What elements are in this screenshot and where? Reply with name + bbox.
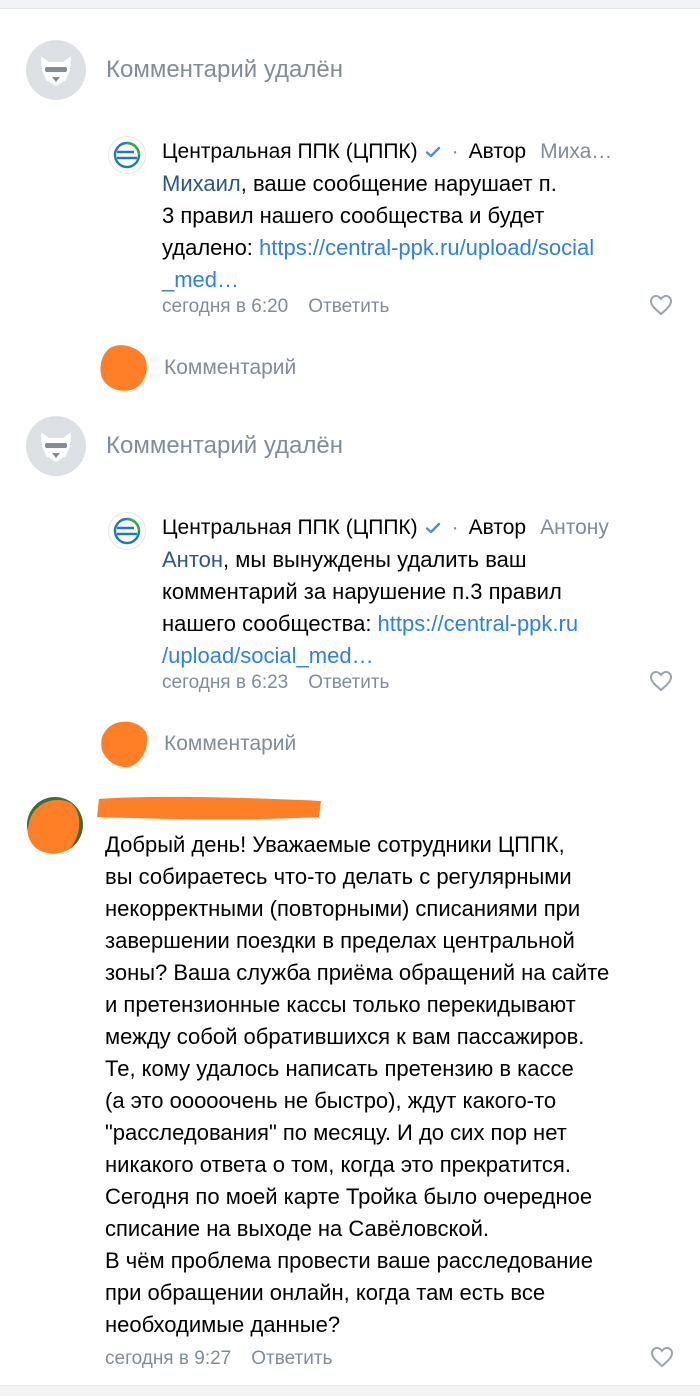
deleted-comment: Комментарий удалён: [26, 416, 343, 476]
reply-header: Центральная ППК (ЦППК) · Автор Миха…: [162, 138, 677, 166]
heart-icon[interactable]: [650, 1346, 674, 1368]
reply-text-line: 3 правил нашего сообщества и будет: [162, 203, 545, 228]
deleted-comment: Комментарий удалён: [26, 40, 343, 100]
comment-line: (а это ооооочень не быстро), ждут какого…: [105, 1088, 557, 1113]
mention-link[interactable]: Антон: [162, 547, 223, 572]
comment-line: списание на выходе на Савёловской.: [105, 1216, 489, 1241]
verified-check-icon: [424, 519, 442, 537]
author-badge: Автор: [468, 140, 527, 163]
rules-link[interactable]: https://central-ppk.ru: [378, 611, 579, 636]
separator-dot: ·: [451, 516, 459, 539]
reply-text: Антон, мы вынуждены удалить ваш коммента…: [162, 544, 677, 672]
author-name[interactable]: Центральная ППК (ЦППК): [162, 516, 418, 540]
user-avatar-redacted: [98, 342, 150, 394]
author-badge: Автор: [468, 516, 527, 539]
reply-meta: сегодня в 6:23 Ответить: [162, 672, 389, 694]
comment-line: "расследования" по месяцу. И до сих пор …: [105, 1120, 567, 1145]
reply-text-line: нашего сообщества:: [162, 611, 378, 636]
community-reply: Центральная ППК (ЦППК) · Автор Антону Ан…: [108, 510, 678, 700]
comment-line: некорректными (повторными) списаниями пр…: [105, 896, 581, 921]
top-divider: [0, 0, 700, 9]
timestamp: сегодня в 6:20: [162, 296, 289, 317]
user-name-redacted[interactable]: [95, 795, 325, 821]
separator-dot: ·: [451, 140, 459, 163]
reply-text-line: , ваше сообщение нарушает п.: [240, 171, 557, 196]
cppk-logo-icon[interactable]: [108, 512, 146, 550]
rules-link[interactable]: https://central-ppk.ru/upload/social: [259, 235, 594, 260]
rules-link-continued[interactable]: /upload/social_med…: [162, 643, 374, 668]
write-comment[interactable]: Комментарий: [98, 340, 296, 396]
reply-text-line: удалено:: [162, 235, 260, 260]
write-comment[interactable]: Комментарий: [98, 716, 296, 772]
reply-button[interactable]: Ответить: [308, 296, 389, 318]
bottom-divider: [0, 1385, 700, 1396]
deleted-comment-label: Комментарий удалён: [106, 56, 343, 83]
author-name[interactable]: Центральная ППК (ЦППК): [162, 140, 418, 164]
comment-text: Добрый день! Уважаемые сотрудники ЦППК, …: [105, 829, 685, 1341]
reply-to[interactable]: Миха…: [540, 140, 612, 164]
comment-line: и претензионные кассы только перекидываю…: [105, 992, 576, 1017]
mention-link[interactable]: Михаил: [162, 171, 241, 196]
reply-text: Михаил, ваше сообщение нарушает п. 3 пра…: [162, 168, 677, 296]
comment-line: между собой обратившихся к вам пассажиро…: [105, 1024, 585, 1049]
write-comment-label[interactable]: Комментарий: [164, 356, 296, 380]
reply-button[interactable]: Ответить: [251, 1348, 332, 1370]
user-avatar-redacted[interactable]: [25, 795, 85, 857]
comment-line: В чём проблема провести ваше расследован…: [105, 1248, 593, 1273]
reply-button[interactable]: Ответить: [308, 672, 389, 694]
user-avatar-redacted: [98, 718, 150, 770]
ghost-dog-icon: [26, 40, 86, 100]
heart-icon[interactable]: [649, 294, 673, 316]
community-reply: Центральная ППК (ЦППК) · Автор Миха… Мих…: [108, 134, 678, 324]
verified-check-icon: [424, 143, 442, 161]
cppk-logo-icon[interactable]: [108, 136, 146, 174]
heart-icon[interactable]: [649, 670, 673, 692]
reply-to[interactable]: Антону: [540, 516, 609, 540]
comment-line: при обращении онлайн, когда там есть все: [105, 1280, 546, 1305]
timestamp: сегодня в 6:23: [162, 672, 289, 693]
comment-line: необходимые данные?: [105, 1312, 341, 1337]
reply-text-line: , мы вынуждены удалить ваш: [223, 547, 527, 572]
comment-line: никакого ответа о том, когда это прекрат…: [105, 1152, 571, 1177]
comment-meta: сегодня в 9:27 Ответить: [105, 1348, 332, 1370]
comment-line: вы собираетесь что-то делать с регулярны…: [105, 864, 572, 889]
comment-line: Сегодня по моей карте Тройка было очеред…: [105, 1184, 593, 1209]
reply-meta: сегодня в 6:20 Ответить: [162, 296, 389, 318]
timestamp: сегодня в 9:27: [105, 1348, 232, 1369]
comment-line: зоны? Ваша служба приёма обращений на са…: [105, 960, 610, 985]
ghost-dog-icon: [26, 416, 86, 476]
deleted-comment-label: Комментарий удалён: [106, 432, 343, 459]
comment-line: Добрый день! Уважаемые сотрудники ЦППК,: [105, 832, 565, 857]
comment-line: Те, кому удалось написать претензию в ка…: [105, 1056, 574, 1081]
rules-link-continued[interactable]: _med…: [162, 267, 239, 292]
comment-line: завершении поездки в пределах центрально…: [105, 928, 575, 953]
reply-text-line: комментарий за нарушение п.3 правил: [162, 579, 562, 604]
write-comment-label[interactable]: Комментарий: [164, 732, 296, 756]
reply-header: Центральная ППК (ЦППК) · Автор Антону: [162, 514, 677, 542]
